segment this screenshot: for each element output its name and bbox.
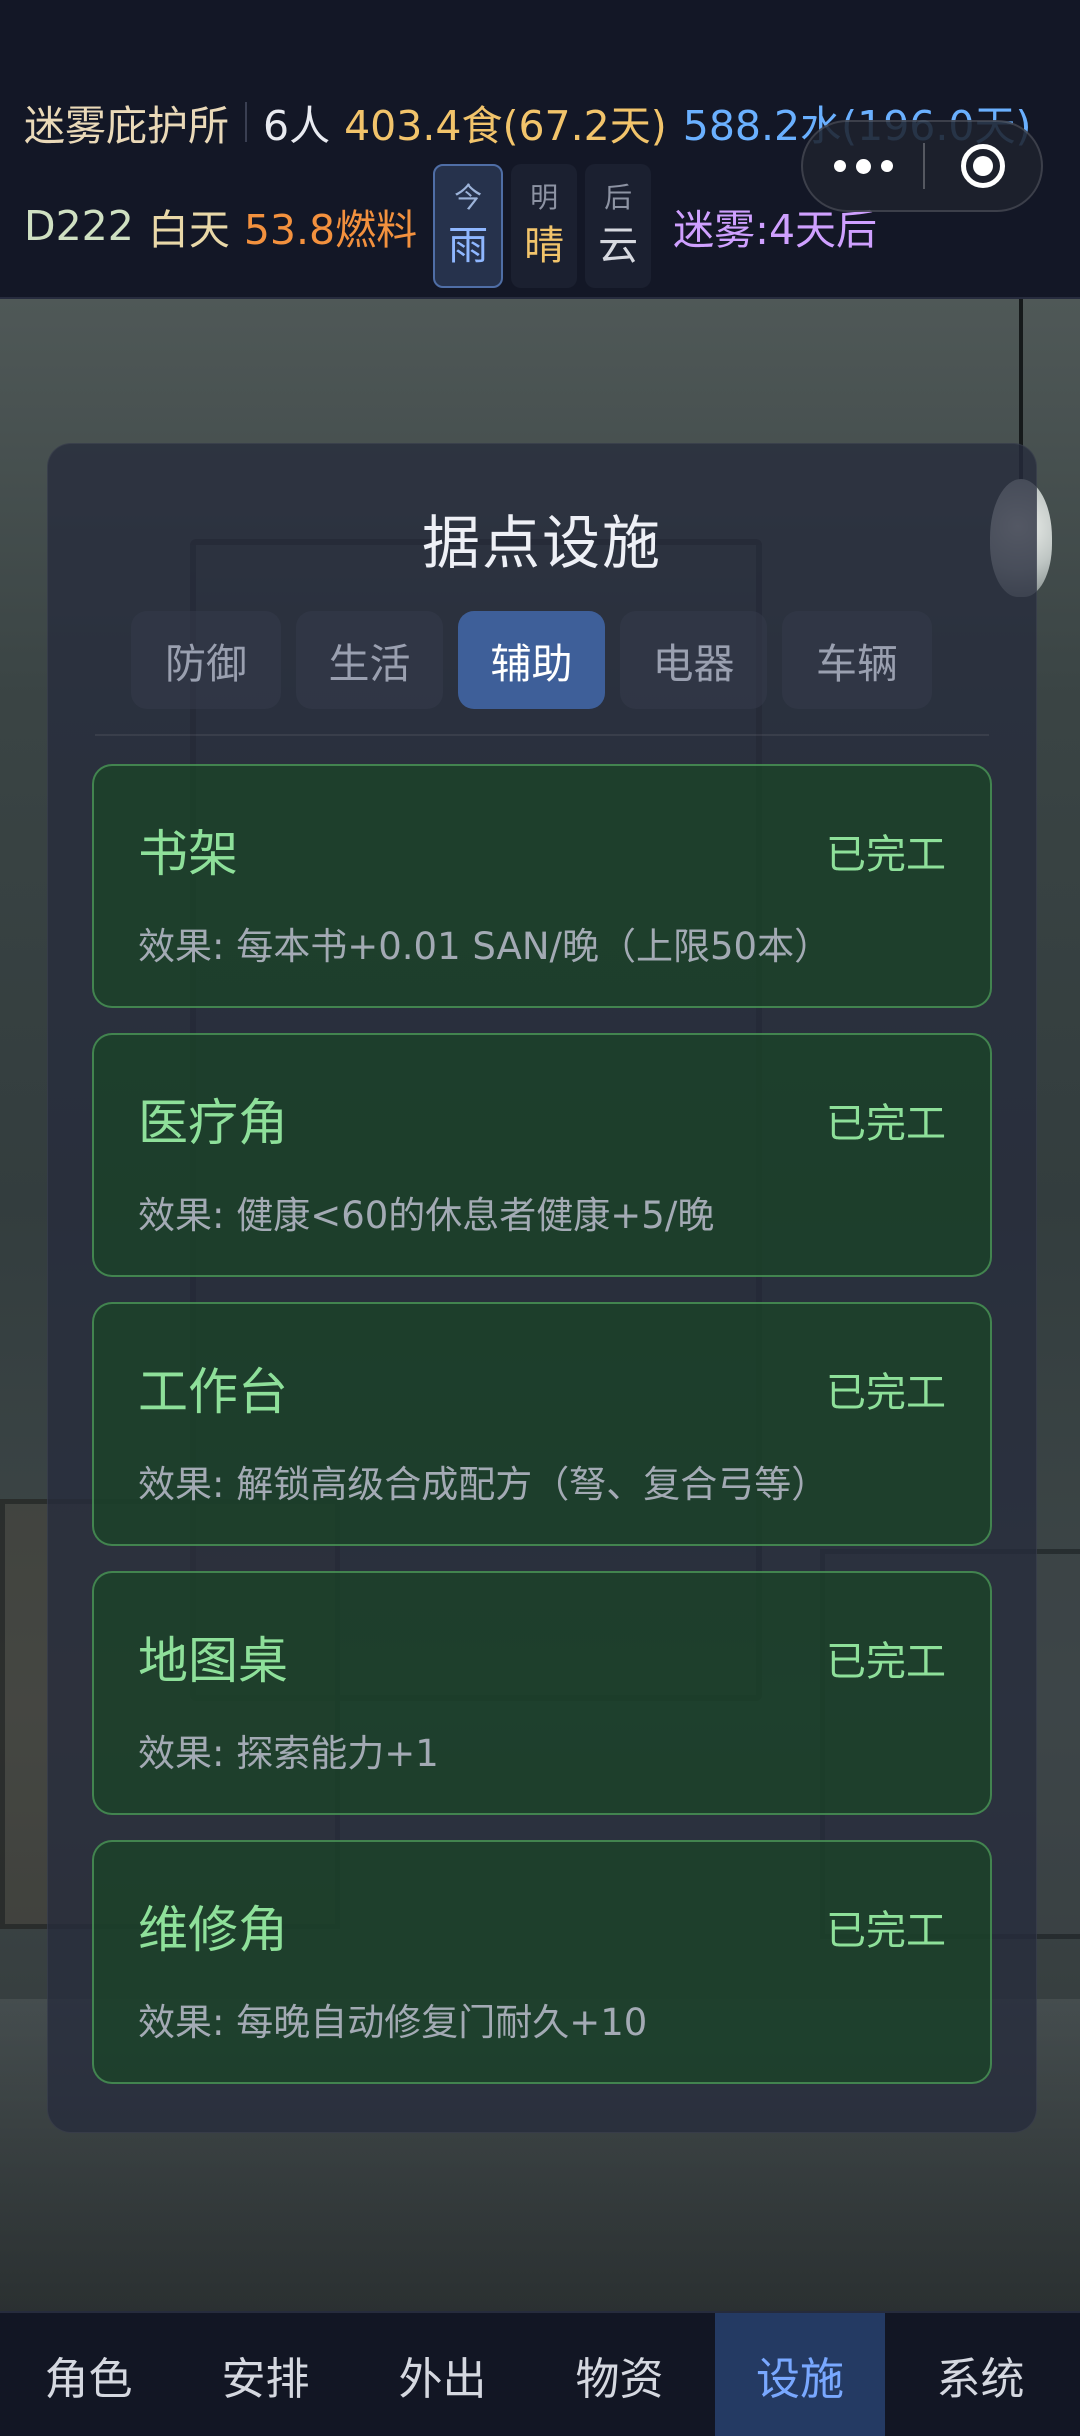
facility-status: 已完工: [826, 1908, 946, 1954]
weather-value: 雨: [448, 223, 489, 269]
facility-effect: 效果: 每本书+0.01 SAN/晚（上限50本）: [138, 925, 832, 968]
dot: [855, 158, 871, 174]
facility-effect: 效果: 每晚自动修复门耐久+10: [138, 2001, 648, 2044]
facility-card-map-table[interactable]: 地图桌 已完工 效果: 探索能力+1: [92, 1571, 992, 1815]
status-header: 迷雾庇护所 6人 403.4食(67.2天) 588.2水(196.0天) D2…: [0, 0, 1080, 299]
tab-vehicles[interactable]: 车辆: [782, 611, 932, 709]
facility-card-medical-corner[interactable]: 医疗角 已完工 效果: 健康<60的休息者健康+5/晚: [92, 1033, 992, 1277]
mini-program-capsule: [801, 120, 1043, 212]
facility-name: 书架: [138, 825, 238, 883]
bottom-nav: 角色 安排 外出 物资 设施 系统: [0, 2311, 1080, 2436]
nav-supplies[interactable]: 物资: [531, 2313, 708, 2436]
weather-today: 今 雨: [433, 164, 504, 288]
weather-tomorrow: 明 晴: [511, 164, 578, 288]
weather-value: 云: [598, 223, 639, 269]
facilities-panel: 据点设施 防御 生活 辅助 电器 车辆 书架 已完工 效果: 每本书+0.01 …: [47, 443, 1037, 2133]
close-circle-dot: [973, 156, 993, 176]
facility-list: 书架 已完工 效果: 每本书+0.01 SAN/晚（上限50本） 医疗角 已完工…: [92, 764, 994, 2109]
close-circle-icon: [961, 144, 1005, 188]
shelter-name: 迷雾庇护所: [24, 102, 229, 150]
close-button[interactable]: [925, 144, 1041, 188]
people-count: 6人: [263, 102, 331, 150]
tab-auxiliary[interactable]: 辅助: [458, 611, 605, 709]
weather-day-label: 明: [530, 181, 559, 214]
fuel-stock: 53.8燃料: [243, 206, 418, 254]
weather-value: 晴: [524, 223, 565, 269]
facility-name: 医疗角: [138, 1094, 288, 1152]
day-counter: D222: [24, 202, 134, 250]
weather-day-label: 今: [454, 181, 483, 214]
facility-name: 工作台: [138, 1363, 288, 1421]
facility-card-bookshelf[interactable]: 书架 已完工 效果: 每本书+0.01 SAN/晚（上限50本）: [92, 764, 992, 1008]
day-row: D222 白天 53.8燃料 今 雨 明 晴 后 云 迷雾:4天后: [24, 160, 877, 292]
nav-system[interactable]: 系统: [892, 2313, 1069, 2436]
nav-facilities[interactable]: 设施: [715, 2313, 885, 2436]
tab-appliances[interactable]: 电器: [620, 611, 767, 709]
dot: [833, 160, 846, 172]
facility-card-repair-corner[interactable]: 维修角 已完工 效果: 每晚自动修复门耐久+10: [92, 1840, 992, 2084]
facility-name: 地图桌: [138, 1632, 288, 1690]
facility-name: 维修角: [138, 1901, 288, 1959]
time-of-day: 白天: [147, 206, 230, 254]
nav-outing[interactable]: 外出: [354, 2313, 531, 2436]
facility-effect: 效果: 健康<60的休息者健康+5/晚: [138, 1194, 715, 1237]
facility-card-workbench[interactable]: 工作台 已完工 效果: 解锁高级合成配方（弩、复合弓等）: [92, 1302, 992, 1546]
nav-schedule[interactable]: 安排: [177, 2313, 354, 2436]
facility-effect: 效果: 探索能力+1: [138, 1732, 439, 1775]
tab-divider: [95, 734, 989, 736]
more-dots-icon[interactable]: [803, 122, 923, 210]
facility-status: 已完工: [826, 1639, 946, 1685]
facility-status: 已完工: [826, 1101, 946, 1147]
food-stock: 403.4食(67.2天): [344, 102, 667, 150]
tab-living[interactable]: 生活: [296, 611, 443, 709]
facility-status: 已完工: [826, 1370, 946, 1416]
dot: [880, 160, 893, 172]
tab-defense[interactable]: 防御: [131, 611, 281, 709]
weather-day-label: 后: [604, 181, 633, 214]
divider: [245, 102, 247, 142]
panel-title: 据点设施: [421, 509, 662, 577]
facility-status: 已完工: [826, 832, 946, 878]
facility-effect: 效果: 解锁高级合成配方（弩、复合弓等）: [138, 1463, 829, 1506]
category-tabs: 防御 生活 辅助 电器 车辆: [131, 611, 947, 709]
nav-characters[interactable]: 角色: [0, 2313, 177, 2436]
weather-day-after: 后 云: [585, 164, 652, 288]
